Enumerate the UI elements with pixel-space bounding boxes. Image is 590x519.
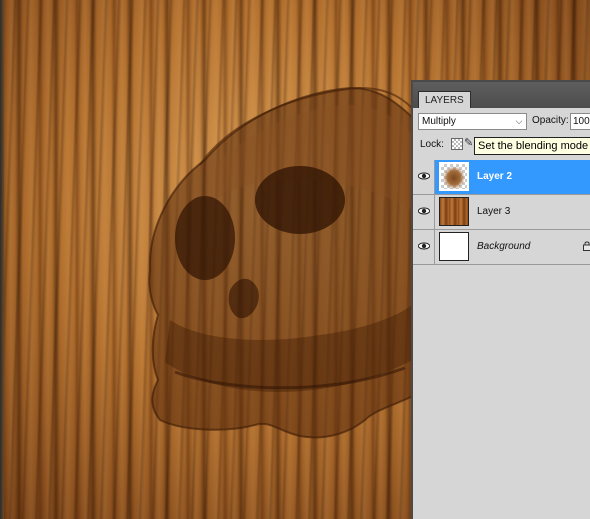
lock-transparency-icon[interactable] xyxy=(451,138,463,150)
layer-name[interactable]: Background xyxy=(477,241,530,252)
lock-icon xyxy=(583,241,590,251)
brush-icon[interactable]: ✎ xyxy=(464,136,473,149)
tab-layers[interactable]: LAYERS xyxy=(418,91,471,108)
layer-thumbnail[interactable] xyxy=(439,162,469,191)
tooltip: Set the blending mode xyxy=(474,137,590,155)
opacity-field[interactable]: 100% xyxy=(570,113,590,130)
blend-mode-dropdown[interactable]: Multiply ⌵ xyxy=(418,113,527,130)
visibility-toggle[interactable] xyxy=(413,160,435,194)
layer-row-background[interactable]: Background xyxy=(413,230,590,265)
blend-mode-value: Multiply xyxy=(422,116,456,127)
layers-list: Layer 2 Layer 3 Background xyxy=(413,160,590,265)
layer-row-layer-3[interactable]: Layer 3 xyxy=(413,195,590,230)
panel-tab-bar: LAYERS xyxy=(413,82,590,108)
layer-name[interactable]: Layer 3 xyxy=(477,206,510,217)
layer-name[interactable]: Layer 2 xyxy=(477,171,512,182)
layer-thumbnail[interactable] xyxy=(439,232,469,261)
eye-icon xyxy=(418,242,430,250)
opacity-label: Opacity: xyxy=(532,115,569,126)
layer-row-layer-2[interactable]: Layer 2 xyxy=(413,160,590,195)
eye-icon xyxy=(418,207,430,215)
visibility-toggle[interactable] xyxy=(413,195,435,229)
chevron-down-icon: ⌵ xyxy=(515,116,523,126)
visibility-toggle[interactable] xyxy=(413,230,435,264)
layers-panel: LAYERS Multiply ⌵ Opacity: 100% Lock: ✎ … xyxy=(411,80,590,519)
lock-label: Lock: xyxy=(420,139,444,150)
eye-icon xyxy=(418,172,430,180)
layer-thumbnail[interactable] xyxy=(439,197,469,226)
